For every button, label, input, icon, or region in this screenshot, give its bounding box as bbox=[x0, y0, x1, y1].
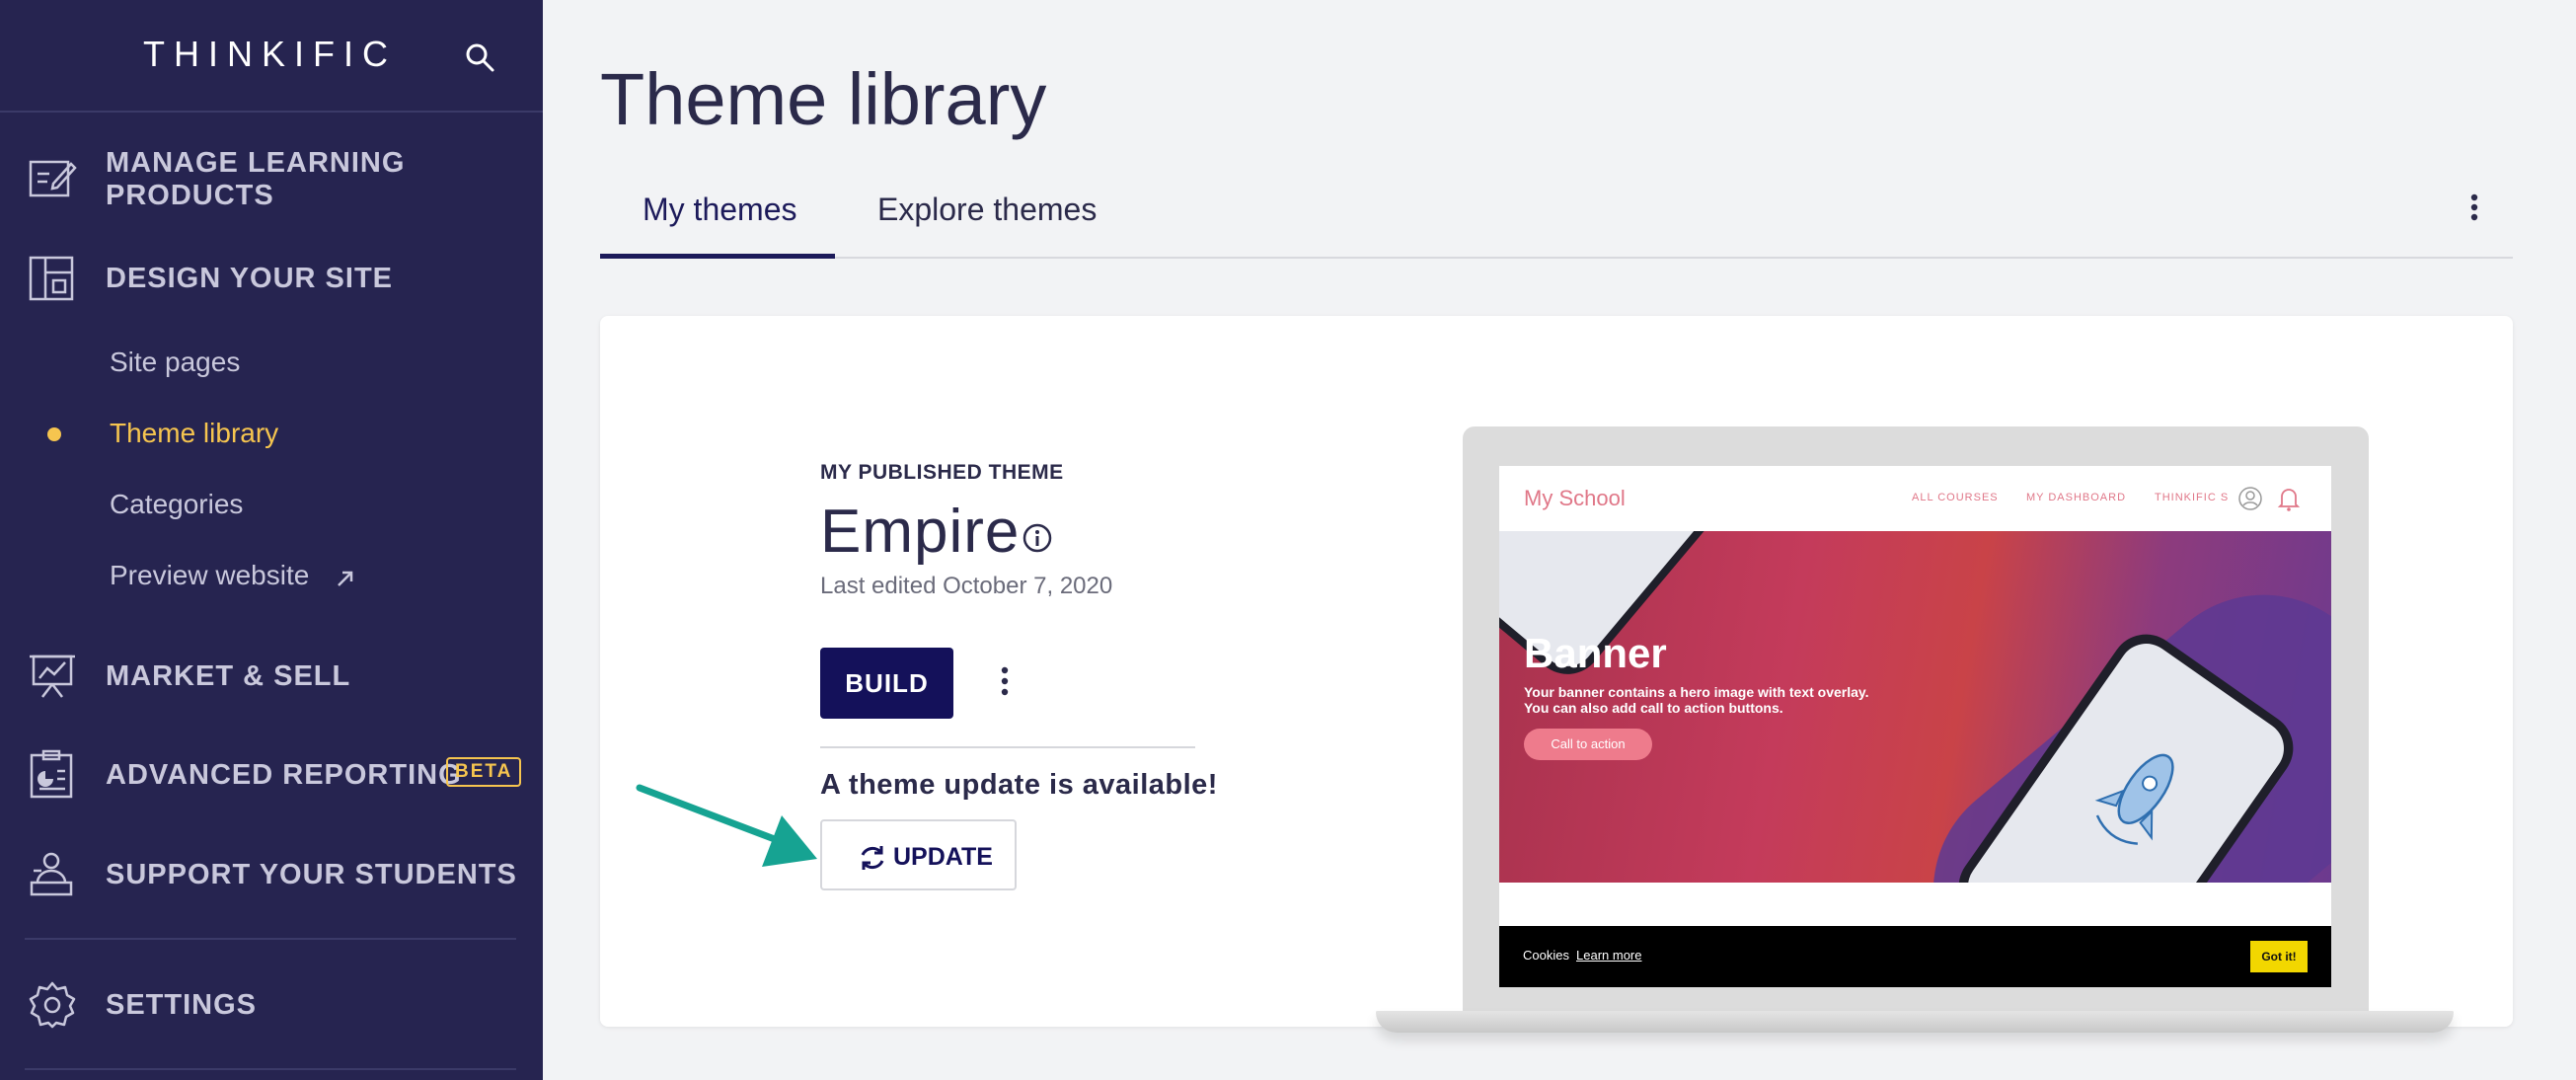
nav-label: MARKET & SELL bbox=[106, 659, 351, 692]
preview-navbar: My School ALL COURSES MY DASHBOARD THINK… bbox=[1499, 466, 2331, 531]
refresh-icon bbox=[861, 846, 884, 870]
theme-name: Empire bbox=[820, 498, 1021, 566]
nav-label: SUPPORT YOUR STUDENTS bbox=[106, 858, 517, 890]
external-link-icon bbox=[338, 571, 353, 586]
nav-label: SETTINGS bbox=[106, 988, 258, 1021]
preview-banner-text: Your banner contains a hero image with t… bbox=[1524, 684, 1869, 716]
published-theme-label: MY PUBLISHED THEME bbox=[820, 461, 1064, 484]
last-edited-text: Last edited October 7, 2020 bbox=[820, 573, 1113, 599]
preview-nav-dashboard: MY DASHBOARD bbox=[2026, 492, 2127, 503]
sidebar-divider bbox=[25, 938, 516, 940]
page-title: Theme library bbox=[600, 58, 1047, 140]
nav-support-your-students[interactable]: SUPPORT YOUR STUDENTS bbox=[0, 835, 543, 914]
nav-market-and-sell[interactable]: MARKET & SELL bbox=[0, 637, 543, 716]
sidebar-header: THINKIFIC bbox=[0, 0, 543, 113]
nav-design-your-site[interactable]: DESIGN YOUR SITE bbox=[0, 239, 543, 318]
search-icon[interactable] bbox=[464, 41, 495, 73]
banner-text-line: Your banner contains a hero image with t… bbox=[1524, 684, 1869, 700]
theme-options-icon[interactable] bbox=[993, 665, 1017, 699]
banner-text-line: You can also add call to action buttons. bbox=[1524, 700, 1783, 716]
preview-banner: Banner Your banner contains a hero image… bbox=[1499, 531, 2331, 883]
preview-school-name: My School bbox=[1524, 486, 1626, 510]
nav-label: ADVANCED REPORTING bbox=[106, 758, 462, 791]
edit-board-icon bbox=[29, 160, 77, 197]
update-button-label: UPDATE bbox=[893, 843, 993, 871]
tab-my-themes[interactable]: My themes bbox=[600, 192, 835, 259]
laptop-base bbox=[1376, 1011, 2454, 1033]
beta-badge: BETA bbox=[446, 757, 522, 787]
sidebar-divider bbox=[25, 1068, 516, 1070]
update-available-message: A theme update is available! bbox=[820, 769, 1218, 801]
presentation-chart-icon bbox=[30, 655, 75, 698]
more-options-icon[interactable] bbox=[2462, 193, 2486, 224]
sidebar-item-preview-website[interactable]: Preview website bbox=[110, 560, 353, 591]
sidebar-item-theme-library[interactable]: Theme library bbox=[110, 418, 278, 449]
cookie-learn-more-link: Learn more bbox=[1576, 948, 1642, 963]
nav-advanced-reporting[interactable]: ADVANCED REPORTING BETA bbox=[0, 735, 543, 814]
tab-bar: My themes Explore themes bbox=[600, 178, 2513, 259]
tab-explore-themes[interactable]: Explore themes bbox=[877, 192, 1097, 259]
sidebar-item-categories[interactable]: Categories bbox=[110, 489, 243, 520]
nav-label: DESIGN YOUR SITE bbox=[106, 262, 394, 294]
sidebar-item-label: Preview website bbox=[110, 560, 310, 590]
cookie-text: Cookies bbox=[1523, 948, 1569, 963]
active-indicator-dot bbox=[47, 427, 61, 441]
report-clipboard-icon bbox=[30, 749, 73, 799]
preview-cta-button: Call to action bbox=[1524, 729, 1652, 760]
divider bbox=[820, 746, 1195, 748]
layout-icon bbox=[29, 256, 74, 301]
sidebar-item-site-pages[interactable]: Site pages bbox=[110, 347, 240, 378]
theme-preview-screen: My School ALL COURSES MY DASHBOARD THINK… bbox=[1499, 466, 2331, 987]
sidebar: THINKIFIC MANAGE LEARNING PRODUCTS DESIG… bbox=[0, 0, 543, 1080]
avatar-icon bbox=[2238, 487, 2262, 510]
arrow-annotation-icon bbox=[636, 784, 817, 867]
update-button[interactable]: UPDATE bbox=[820, 819, 1017, 890]
cookie-got-it-button: Got it! bbox=[2250, 941, 2308, 972]
preview-nav-all-courses: ALL COURSES bbox=[1912, 492, 1999, 503]
build-button[interactable]: BUILD bbox=[820, 648, 953, 719]
student-support-icon bbox=[30, 852, 73, 896]
thinkific-logo[interactable]: THINKIFIC bbox=[143, 34, 397, 75]
nav-label: MANAGE LEARNING PRODUCTS bbox=[106, 147, 406, 211]
bell-icon bbox=[2277, 489, 2301, 511]
nav-manage-learning-products[interactable]: MANAGE LEARNING PRODUCTS bbox=[0, 140, 543, 219]
preview-cookie-bar: Cookies Learn more Got it! bbox=[1499, 926, 2331, 987]
nav-settings[interactable]: SETTINGS bbox=[0, 965, 543, 1044]
gear-icon bbox=[29, 981, 76, 1029]
preview-banner-title: Banner bbox=[1524, 630, 1667, 676]
info-icon[interactable] bbox=[1022, 522, 1053, 554]
preview-nav-user: THINKIFIC S bbox=[2155, 492, 2230, 503]
